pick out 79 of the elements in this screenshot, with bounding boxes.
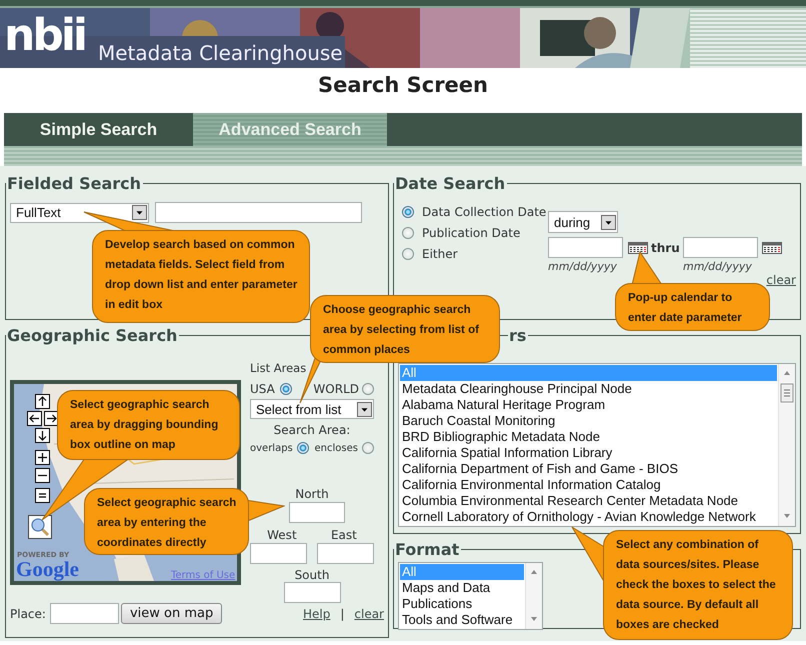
radio-button[interactable] [402,227,414,239]
input-field[interactable] [50,603,119,624]
list-item[interactable]: Baruch Coastal Monitoring [400,413,777,429]
panel-title: rs [508,326,528,345]
list-item[interactable]: Metadata Clearinghouse Principal Node [400,381,777,397]
magnifier-icon[interactable] [28,515,52,539]
list-box[interactable] [398,363,796,527]
date-format-hint: mm/dd/yyyy [548,260,618,273]
coordinate-label: North [294,487,330,501]
list-item[interactable]: BRD Bibliographic Metadata Node [400,429,777,445]
dropdown[interactable]: Select from list [250,399,374,419]
list-item[interactable]: Cornell Laboratory of Ornithology - Avian Knowledge Network [400,509,777,525]
panel-title: Format [394,540,460,559]
zoom-reset-button[interactable] [35,488,50,503]
pan-up-button[interactable] [35,394,50,409]
input-field[interactable] [548,237,623,258]
radio-button[interactable] [362,442,374,454]
panel-title: Fielded Search [6,174,142,193]
panel-title: Date Search [394,174,506,193]
pan-down-button[interactable] [35,428,50,443]
list-item[interactable]: California Environmental Information Catalog [400,477,777,493]
caret-icon [357,402,372,416]
list-item[interactable]: Tools and Software [400,612,524,628]
dropdown[interactable]: FullText [10,202,149,222]
radio-label: USA [250,382,275,396]
radio-button[interactable] [280,383,292,395]
radio-button[interactable] [402,248,414,260]
list-box[interactable]: All Maps and Data Publications Tools and Software [398,562,543,630]
input-field[interactable] [289,502,345,523]
list-item[interactable]: Columbia Environmental Research Center Metadata Node [400,493,777,509]
scrollbar[interactable] [525,563,542,629]
list-item[interactable]: California Department of Fish and Game - BIOS [400,461,777,477]
list-areas-label: List Areas [250,361,306,375]
radio-label: WORLD [313,382,359,396]
help-link[interactable]: Help [302,606,330,620]
search-area-label: Search Area: [272,423,352,437]
radio-label: encloses [314,442,358,454]
input-field[interactable] [250,543,307,564]
radio-label: Data Collection Date [422,205,546,219]
pan-left-button[interactable] [27,411,42,426]
radio-button[interactable] [362,383,374,395]
input-field[interactable] [317,543,374,564]
radio-label: Either [422,247,458,261]
map-logo: Google [16,558,79,580]
radio-label: Publication Date [422,226,520,240]
radio-label: overlaps [250,442,293,454]
list-item[interactable]: Maps and Data [400,580,524,596]
panel-title: Geographic Search [6,326,178,345]
radio-button[interactable] [296,442,309,454]
radio-button[interactable] [402,206,414,218]
page-title: Search Screen [318,72,488,99]
coordinate-label: East [330,528,357,542]
scrollbar[interactable] [778,364,795,526]
zoom-in-button[interactable] [35,450,50,465]
pan-right-button[interactable] [44,411,59,426]
calendar-icon[interactable] [762,242,782,254]
separator: | [340,606,344,620]
input-field[interactable] [284,582,340,603]
site-name: Metadata Clearinghouse [98,42,343,64]
thru-label: thru [651,240,681,254]
clear-link[interactable]: clear [354,606,384,620]
input-field[interactable] [683,237,758,258]
callout: Choose geographic search area by selecting from list of common places [310,295,500,363]
list-item[interactable]: Publications [400,596,524,612]
input-field[interactable] [155,202,362,223]
list-item[interactable]: Alabama Natural Heritage Program [400,397,777,413]
view-on-map-button[interactable]: view on map [120,603,222,624]
dropdown[interactable]: during [548,211,618,233]
coordinate-label: West [267,528,297,542]
place-label: Place: [10,606,46,620]
zoom-out-button[interactable] [35,468,50,483]
caret-icon [132,205,147,220]
callout: Select geographic search area by entering the coordinates directly [84,488,249,555]
caret-icon [601,214,616,230]
list-item[interactable]: California Spatial Information Library [400,445,777,461]
calendar-icon[interactable] [628,242,648,254]
logo: nbii [4,14,85,58]
coordinate-label: South [294,568,330,582]
date-format-hint: mm/dd/yyyy [683,260,753,273]
